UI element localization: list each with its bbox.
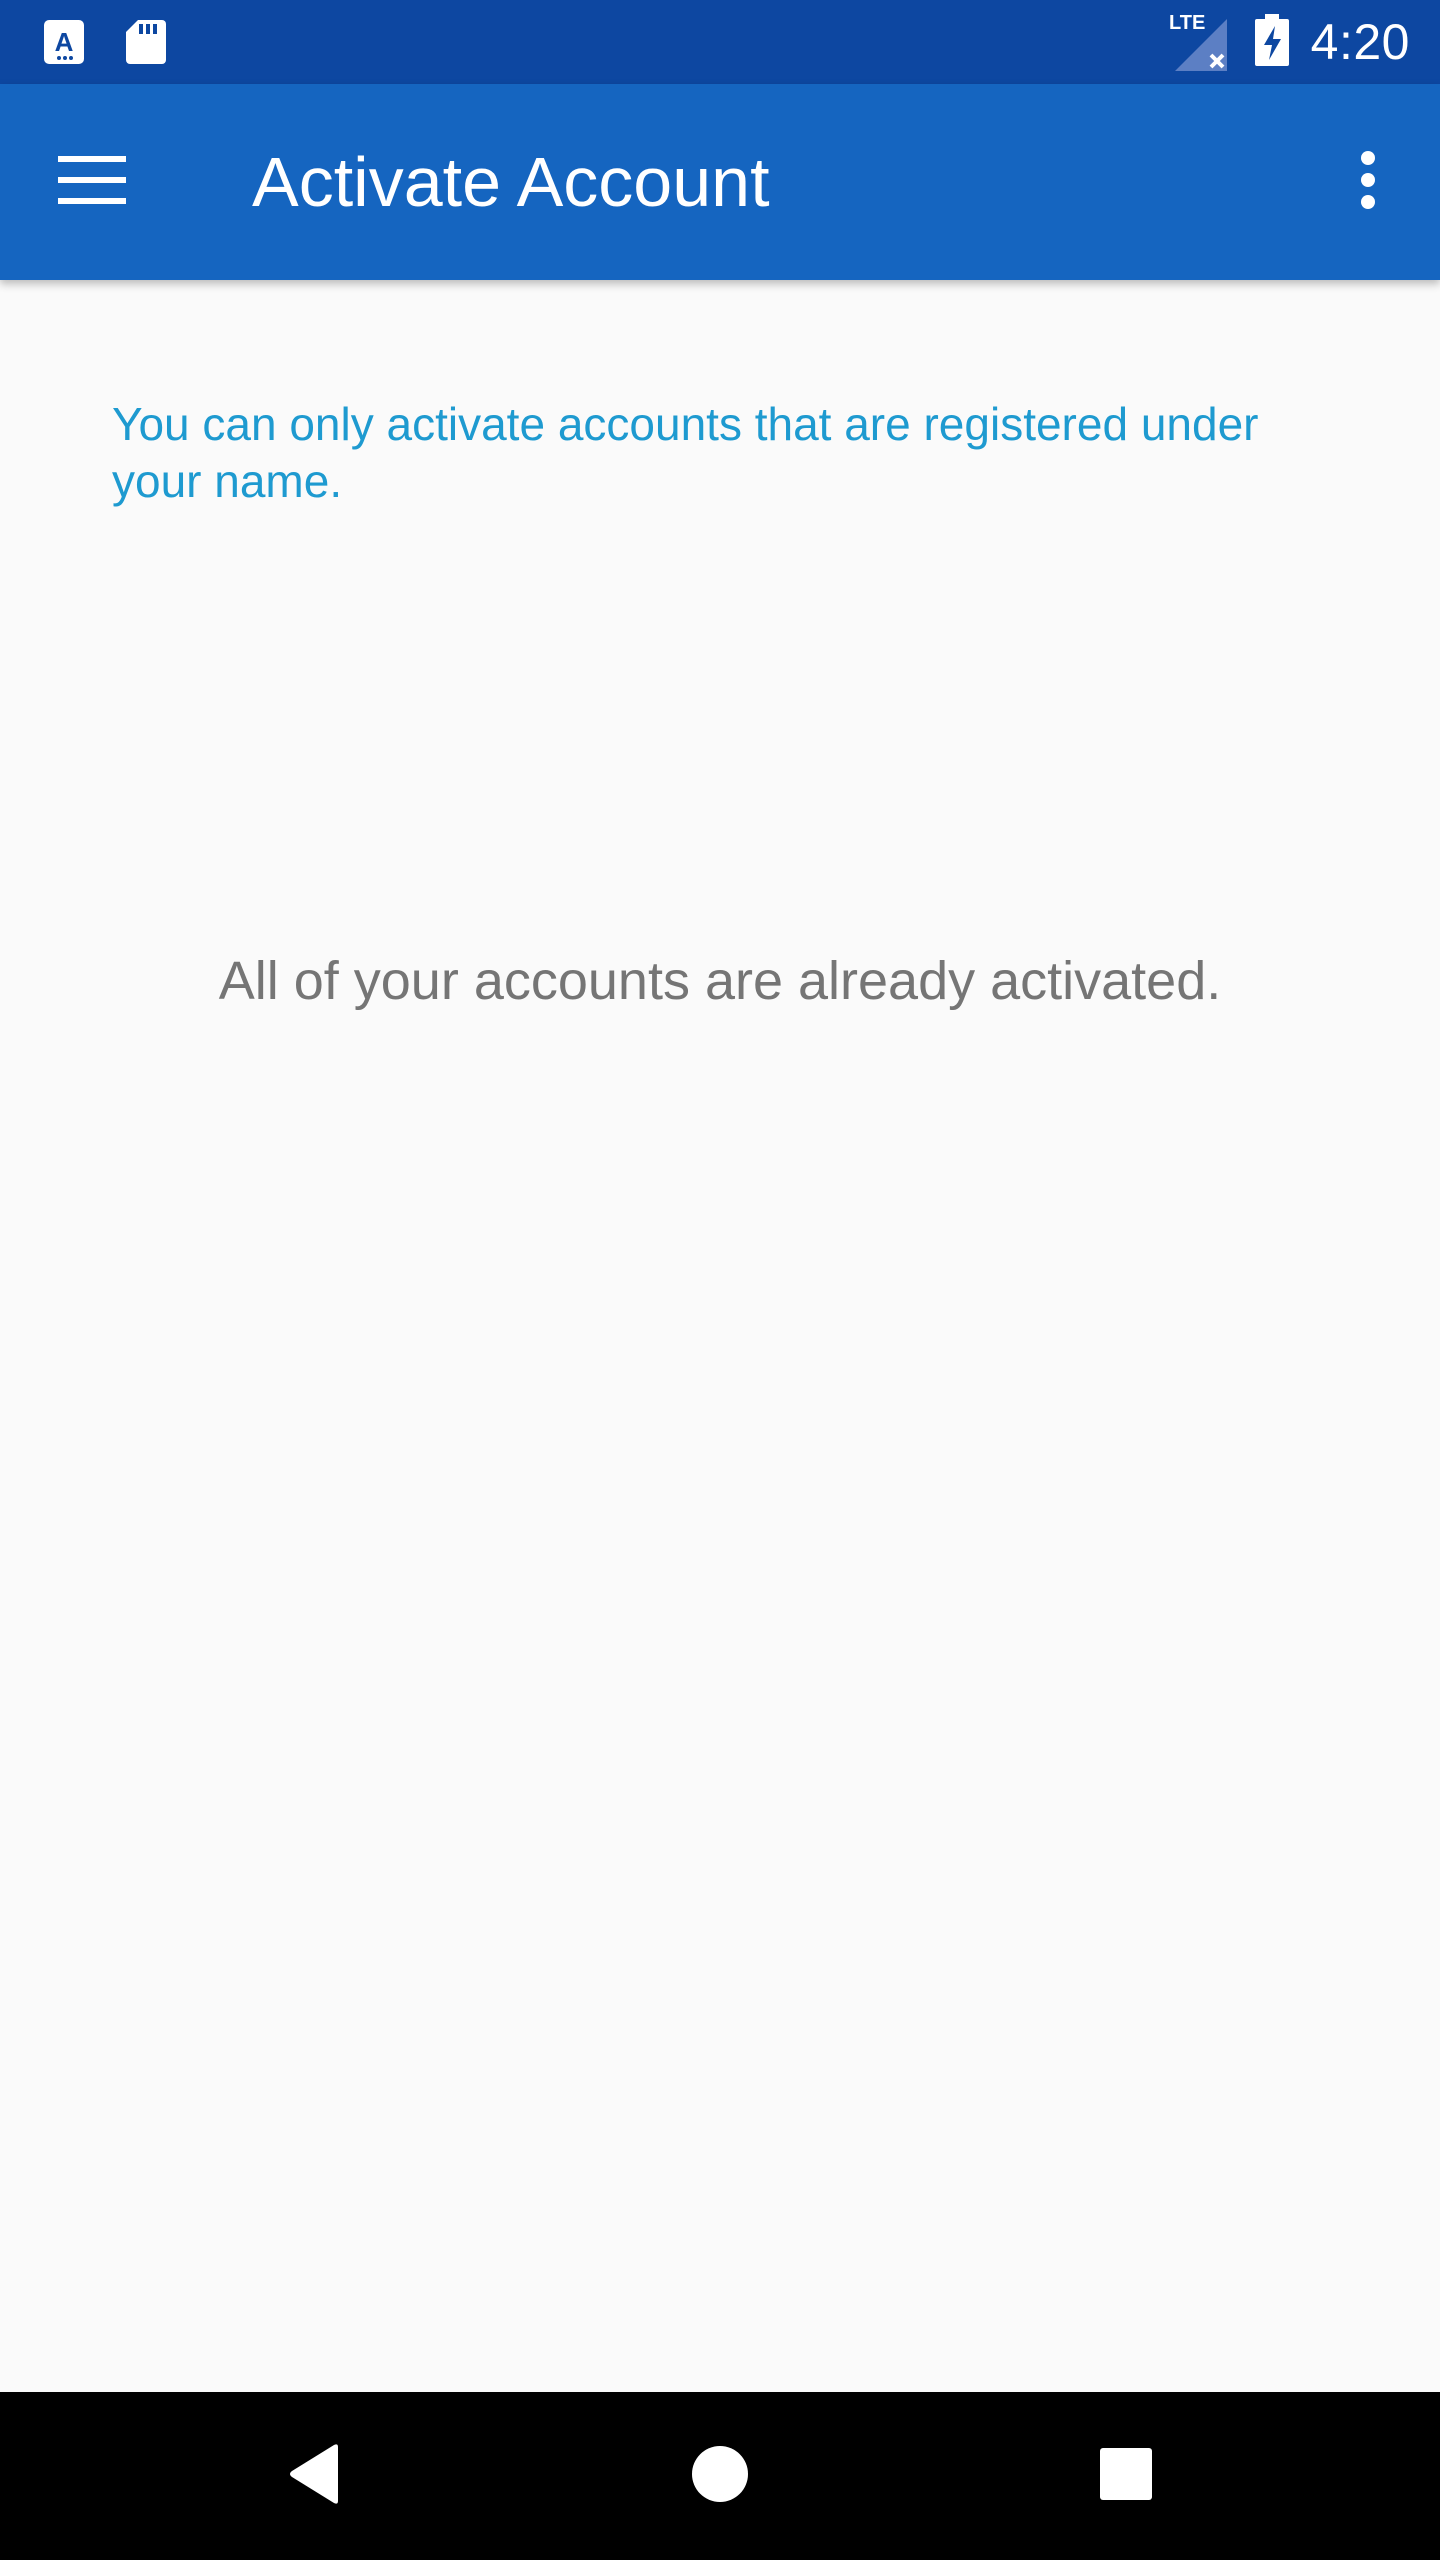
a-notification-icon: A <box>42 18 86 66</box>
more-vert-icon <box>1358 150 1378 215</box>
home-button[interactable] <box>660 2416 780 2536</box>
menu-button[interactable] <box>44 134 140 230</box>
back-icon <box>286 2443 342 2510</box>
lte-label: LTE <box>1169 12 1205 34</box>
svg-text:A: A <box>55 27 74 57</box>
status-time: 4:20 <box>1310 14 1410 70</box>
app-bar: Activate Account <box>0 84 1440 280</box>
navigation-bar <box>0 2392 1440 2560</box>
empty-state-message: All of your accounts are already activat… <box>218 951 1222 1011</box>
home-icon <box>691 2445 749 2508</box>
lte-signal-icon: LTE <box>1167 7 1233 78</box>
back-button[interactable] <box>254 2416 374 2536</box>
status-bar: A LTE 4:20 <box>0 0 1440 84</box>
recents-icon <box>1099 2447 1153 2506</box>
overflow-menu-button[interactable] <box>1320 134 1416 230</box>
battery-charging-icon <box>1254 13 1289 71</box>
info-message: You can only activate accounts that are … <box>112 398 1259 507</box>
sd-card-icon <box>124 18 168 66</box>
hamburger-menu-icon <box>58 154 126 211</box>
page-title: Activate Account <box>252 143 770 221</box>
recents-button[interactable] <box>1066 2416 1186 2536</box>
